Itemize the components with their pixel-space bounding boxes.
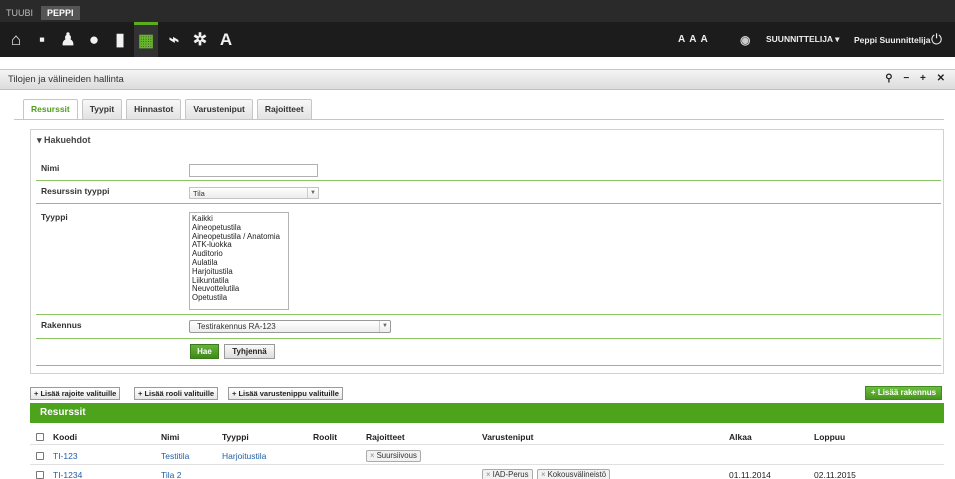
column-header-type[interactable]: Tyyppi — [222, 432, 249, 442]
font-size-switcher[interactable]: A A A — [678, 22, 709, 57]
results-header: Resurssit — [30, 403, 944, 423]
resource-type-link[interactable]: Harjoitustila — [222, 451, 266, 461]
select-all-checkbox[interactable] — [36, 433, 44, 441]
restriction-label: Suursiivous — [376, 451, 417, 460]
type-label: Tyyppi — [41, 212, 68, 222]
row-checkbox[interactable] — [36, 471, 44, 479]
tab-varusteniput[interactable]: Varusteniput — [185, 99, 253, 119]
column-header-start[interactable]: Alkaa — [729, 432, 752, 442]
search-criteria: ▾ Hakuehdot Nimi Resurssin tyyppi Tila ▼… — [30, 129, 944, 374]
row-divider — [36, 338, 941, 339]
add-building-button[interactable]: + Lisää rakennus — [865, 386, 942, 400]
eye-icon[interactable]: ◉ — [740, 22, 750, 57]
column-header-restrictions[interactable]: Rajoitteet — [366, 432, 405, 442]
documents-icon[interactable]: ▪ — [30, 22, 54, 57]
type-option[interactable]: Opetustila — [192, 293, 288, 303]
resource-name-link[interactable]: Testitila — [161, 451, 189, 461]
column-header-name[interactable]: Nimi — [161, 432, 179, 442]
panel-title: Tilojen ja välineiden hallinta — [8, 74, 124, 85]
building-label: Rakennus — [41, 320, 82, 330]
remove-icon[interactable]: × — [370, 451, 375, 460]
row-divider — [30, 444, 944, 445]
bundle-chip[interactable]: × IAD-Perus — [482, 469, 533, 479]
chevron-down-icon: ▼ — [307, 188, 318, 198]
building-select[interactable]: Testirakennus RA-123 ▼ — [189, 320, 391, 333]
building-value: Testirakennus RA-123 — [197, 322, 276, 331]
row-divider — [36, 180, 941, 181]
gear-icon[interactable]: ✲ — [188, 22, 212, 57]
start-date: 01.11.2014 — [729, 470, 771, 479]
column-header-roles[interactable]: Roolit — [313, 432, 337, 442]
add-restriction-button[interactable]: + Lisää rajoite valituille — [30, 387, 121, 400]
power-icon[interactable]: ⏻ — [931, 22, 942, 57]
row-divider — [30, 464, 944, 465]
top-bar: TUUBI PEPPI ⌂ ▪ ♟ ● ▮ ▦ ⌁ ✲ A A A A ◉ SU… — [0, 0, 955, 57]
add-role-button[interactable]: + Lisää rooli valituille — [134, 387, 219, 400]
app-tab-tuubi[interactable]: TUUBI — [0, 6, 39, 20]
add-bundle-button[interactable]: + Lisää varustenippu valituille — [228, 387, 343, 400]
end-date: 02.11.2015 — [814, 470, 856, 479]
tab-hinnastot[interactable]: Hinnastot — [126, 99, 182, 119]
row-divider — [36, 203, 941, 204]
resource-type-value: Tila — [193, 189, 205, 198]
column-header-end[interactable]: Loppuu — [814, 432, 845, 442]
panel-window-controls[interactable]: ⚲ − + ✕ — [885, 73, 949, 84]
lightbulb-icon[interactable]: ● — [82, 22, 106, 57]
panel-header: Tilojen ja välineiden hallinta ⚲ − + ✕ — [0, 69, 955, 90]
tab-tyypit[interactable]: Tyypit — [81, 99, 123, 119]
tab-bar: Resurssit Tyypit Hinnastot Varusteniput … — [23, 99, 316, 120]
app-tab-peppi[interactable]: PEPPI — [41, 6, 80, 20]
clear-button[interactable]: Tyhjennä — [224, 344, 275, 359]
tab-resurssit[interactable]: Resurssit — [23, 99, 78, 120]
pulse-icon[interactable]: ⌁ — [162, 22, 186, 57]
row-divider — [36, 365, 941, 366]
resource-code-link[interactable]: TI-123 — [53, 451, 78, 461]
name-label: Nimi — [41, 163, 60, 173]
bundle-label: IAD-Perus — [492, 470, 529, 479]
remove-icon[interactable]: × — [541, 470, 546, 479]
search-button[interactable]: Hae — [190, 344, 219, 359]
home-icon[interactable]: ⌂ — [4, 22, 28, 57]
app-switcher: TUUBI PEPPI — [0, 6, 80, 20]
restriction-chip[interactable]: × Suursiivous — [366, 450, 421, 462]
type-listbox[interactable]: Kaikki Aineopetustila Aineopetustila / A… — [189, 212, 289, 310]
resource-name-link[interactable]: Tila 2 — [161, 470, 181, 479]
tab-rajoitteet[interactable]: Rajoitteet — [256, 99, 312, 119]
main-nav: ⌂ ▪ ♟ ● ▮ ▦ ⌁ ✲ A A A A ◉ SUUNNITTELIJA … — [0, 22, 955, 57]
book-icon[interactable]: ▮ — [108, 22, 132, 57]
row-checkbox[interactable] — [36, 452, 44, 460]
resource-type-label: Resurssin tyyppi — [41, 186, 110, 196]
resource-code-link[interactable]: TI-1234 — [53, 470, 82, 479]
column-header-bundles[interactable]: Varusteniput — [482, 432, 533, 442]
role-menu[interactable]: SUUNNITTELIJA ▾ — [766, 22, 839, 57]
remove-icon[interactable]: × — [486, 470, 491, 479]
bundle-chip[interactable]: × Kokousvälineistö — [537, 469, 611, 479]
user-name[interactable]: Peppi Suunnittelija — [854, 22, 931, 57]
bundle-label: Kokousvälineistö — [547, 470, 607, 479]
tab-divider — [14, 119, 944, 120]
search-criteria-toggle[interactable]: ▾ Hakuehdot — [37, 135, 91, 146]
chevron-down-icon: ▼ — [379, 321, 390, 332]
column-header-code[interactable]: Koodi — [53, 432, 77, 442]
name-input[interactable] — [189, 164, 318, 177]
calendar-icon[interactable]: ▦ — [134, 22, 158, 57]
font-icon[interactable]: A — [214, 22, 238, 57]
row-divider — [36, 314, 941, 315]
resource-type-select[interactable]: Tila ▼ — [189, 187, 319, 199]
person-icon[interactable]: ♟ — [56, 22, 80, 57]
